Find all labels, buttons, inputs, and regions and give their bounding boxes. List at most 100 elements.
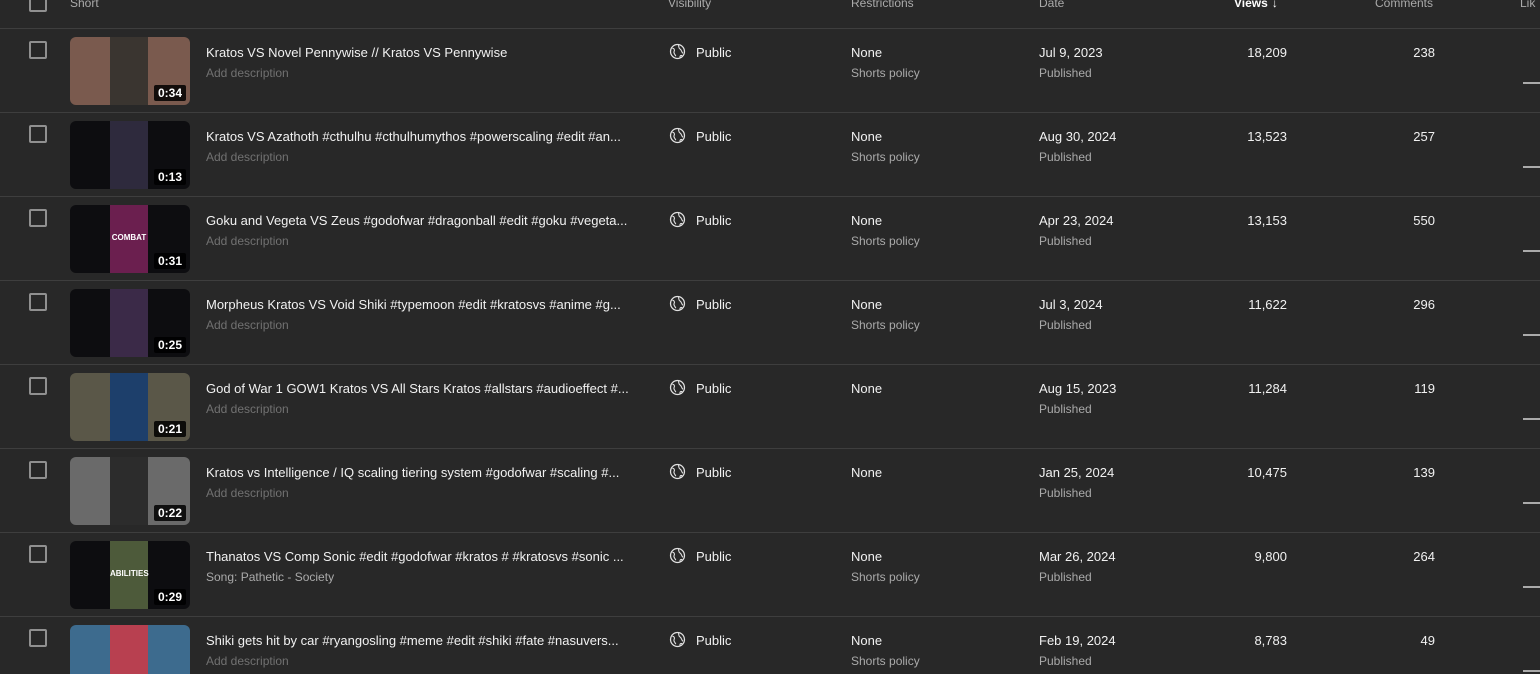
header-date[interactable]: Date bbox=[1039, 0, 1064, 10]
globe-icon[interactable] bbox=[669, 379, 686, 396]
globe-icon[interactable] bbox=[669, 295, 686, 312]
publish-date: Apr 23, 2024 bbox=[1039, 213, 1114, 228]
row-checkbox[interactable] bbox=[29, 377, 47, 395]
table-row[interactable]: 0:22 Kratos vs Intelligence / IQ scaling… bbox=[0, 449, 1540, 533]
header-short[interactable]: Short bbox=[70, 0, 99, 10]
publish-status: Published bbox=[1039, 66, 1092, 80]
header-visibility[interactable]: Visibility bbox=[668, 0, 711, 10]
comments-count: 49 bbox=[1420, 633, 1435, 648]
header-views-label: Views bbox=[1234, 0, 1268, 10]
video-thumbnail[interactable]: 0:13 bbox=[70, 121, 190, 189]
visibility-status[interactable]: Public bbox=[696, 381, 731, 396]
restriction-detail[interactable]: Shorts policy bbox=[851, 66, 920, 80]
video-title[interactable]: Kratos VS Novel Pennywise // Kratos VS P… bbox=[206, 45, 636, 60]
table-row[interactable]: Shiki gets hit by car #ryangosling #meme… bbox=[0, 617, 1540, 674]
video-description[interactable]: Add description bbox=[206, 486, 289, 500]
video-description[interactable]: Add description bbox=[206, 318, 289, 332]
header-restrictions[interactable]: Restrictions bbox=[851, 0, 914, 10]
row-checkbox[interactable] bbox=[29, 545, 47, 563]
visibility-status[interactable]: Public bbox=[696, 129, 731, 144]
restriction-status: None bbox=[851, 129, 883, 144]
visibility-status[interactable]: Public bbox=[696, 549, 731, 564]
video-description[interactable]: Add description bbox=[206, 402, 289, 416]
row-checkbox[interactable] bbox=[29, 629, 47, 647]
publish-date: Jan 25, 2024 bbox=[1039, 465, 1115, 480]
comments-count: 550 bbox=[1413, 213, 1435, 228]
comments-count: 296 bbox=[1413, 297, 1435, 312]
video-title[interactable]: Kratos vs Intelligence / IQ scaling tier… bbox=[206, 465, 636, 480]
visibility-status[interactable]: Public bbox=[696, 213, 731, 228]
video-description[interactable]: Add description bbox=[206, 150, 289, 164]
restriction-detail[interactable]: Shorts policy bbox=[851, 234, 920, 248]
row-checkbox[interactable] bbox=[29, 461, 47, 479]
header-likes[interactable]: Lik bbox=[1520, 0, 1535, 10]
restriction-status: None bbox=[851, 549, 883, 564]
video-thumbnail[interactable]: ABILITIES 0:29 bbox=[70, 541, 190, 609]
table-row[interactable]: 0:21 God of War 1 GOW1 Kratos VS All Sta… bbox=[0, 365, 1540, 449]
thumbnail-art bbox=[110, 625, 148, 674]
table-row[interactable]: 0:13 Kratos VS Azathoth #cthulhu #cthulh… bbox=[0, 113, 1540, 197]
table-row[interactable]: COMBAT 0:31 Goku and Vegeta VS Zeus #god… bbox=[0, 197, 1540, 281]
globe-icon[interactable] bbox=[669, 463, 686, 480]
likes-bar bbox=[1523, 334, 1540, 336]
visibility-status[interactable]: Public bbox=[696, 45, 731, 60]
table-row[interactable]: 0:25 Morpheus Kratos VS Void Shiki #type… bbox=[0, 281, 1540, 365]
likes-bar bbox=[1523, 82, 1540, 84]
video-thumbnail[interactable]: 0:25 bbox=[70, 289, 190, 357]
thumbnail-art bbox=[110, 457, 148, 525]
comments-count: 238 bbox=[1413, 45, 1435, 60]
globe-icon[interactable] bbox=[669, 211, 686, 228]
globe-icon[interactable] bbox=[669, 547, 686, 564]
thumbnail-label: COMBAT bbox=[111, 233, 147, 242]
video-title[interactable]: Thanatos VS Comp Sonic #edit #godofwar #… bbox=[206, 549, 636, 564]
video-thumbnail[interactable]: 0:22 bbox=[70, 457, 190, 525]
table-row[interactable]: ABILITIES 0:29 Thanatos VS Comp Sonic #e… bbox=[0, 533, 1540, 617]
video-description[interactable]: Add description bbox=[206, 234, 289, 248]
thumbnail-art bbox=[110, 373, 148, 441]
publish-status: Published bbox=[1039, 654, 1092, 668]
globe-icon[interactable] bbox=[669, 43, 686, 60]
video-duration: 0:21 bbox=[153, 421, 186, 437]
sort-down-arrow-icon[interactable]: ↓ bbox=[1272, 0, 1278, 10]
restriction-detail[interactable]: Shorts policy bbox=[851, 570, 920, 584]
video-thumbnail[interactable]: 0:21 bbox=[70, 373, 190, 441]
table-header: Short Visibility Restrictions Date Views… bbox=[0, 0, 1540, 29]
views-count: 13,153 bbox=[1247, 213, 1287, 228]
video-thumbnail[interactable]: COMBAT 0:31 bbox=[70, 205, 190, 273]
row-checkbox[interactable] bbox=[29, 41, 47, 59]
table-row[interactable]: 0:34 Kratos VS Novel Pennywise // Kratos… bbox=[0, 29, 1540, 113]
row-checkbox[interactable] bbox=[29, 293, 47, 311]
restriction-status: None bbox=[851, 213, 883, 228]
views-count: 8,783 bbox=[1254, 633, 1287, 648]
restriction-detail[interactable]: Shorts policy bbox=[851, 150, 920, 164]
video-title[interactable]: Kratos VS Azathoth #cthulhu #cthulhumyth… bbox=[206, 129, 636, 144]
video-title[interactable]: Goku and Vegeta VS Zeus #godofwar #drago… bbox=[206, 213, 636, 228]
row-checkbox[interactable] bbox=[29, 209, 47, 227]
restriction-detail[interactable]: Shorts policy bbox=[851, 318, 920, 332]
comments-count: 139 bbox=[1413, 465, 1435, 480]
video-title[interactable]: Morpheus Kratos VS Void Shiki #typemoon … bbox=[206, 297, 636, 312]
select-all-checkbox[interactable] bbox=[29, 0, 47, 12]
video-title[interactable]: God of War 1 GOW1 Kratos VS All Stars Kr… bbox=[206, 381, 636, 396]
restriction-detail[interactable]: Shorts policy bbox=[851, 654, 920, 668]
video-description[interactable]: Add description bbox=[206, 66, 289, 80]
restriction-status: None bbox=[851, 297, 883, 312]
restriction-status: None bbox=[851, 45, 883, 60]
video-thumbnail[interactable] bbox=[70, 625, 190, 674]
globe-icon[interactable] bbox=[669, 631, 686, 648]
video-thumbnail[interactable]: 0:34 bbox=[70, 37, 190, 105]
publish-status: Published bbox=[1039, 150, 1092, 164]
header-comments[interactable]: Comments bbox=[1375, 0, 1433, 10]
restriction-status: None bbox=[851, 381, 883, 396]
globe-icon[interactable] bbox=[669, 127, 686, 144]
visibility-status[interactable]: Public bbox=[696, 297, 731, 312]
video-title[interactable]: Shiki gets hit by car #ryangosling #meme… bbox=[206, 633, 636, 648]
video-description[interactable]: Add description bbox=[206, 654, 289, 668]
visibility-status[interactable]: Public bbox=[696, 465, 731, 480]
publish-date: Aug 15, 2023 bbox=[1039, 381, 1117, 396]
row-checkbox[interactable] bbox=[29, 125, 47, 143]
visibility-status[interactable]: Public bbox=[696, 633, 731, 648]
comments-count: 264 bbox=[1413, 549, 1435, 564]
header-views[interactable]: Views ↓ bbox=[1234, 0, 1278, 10]
video-description[interactable]: Song: Pathetic - Society bbox=[206, 570, 334, 584]
